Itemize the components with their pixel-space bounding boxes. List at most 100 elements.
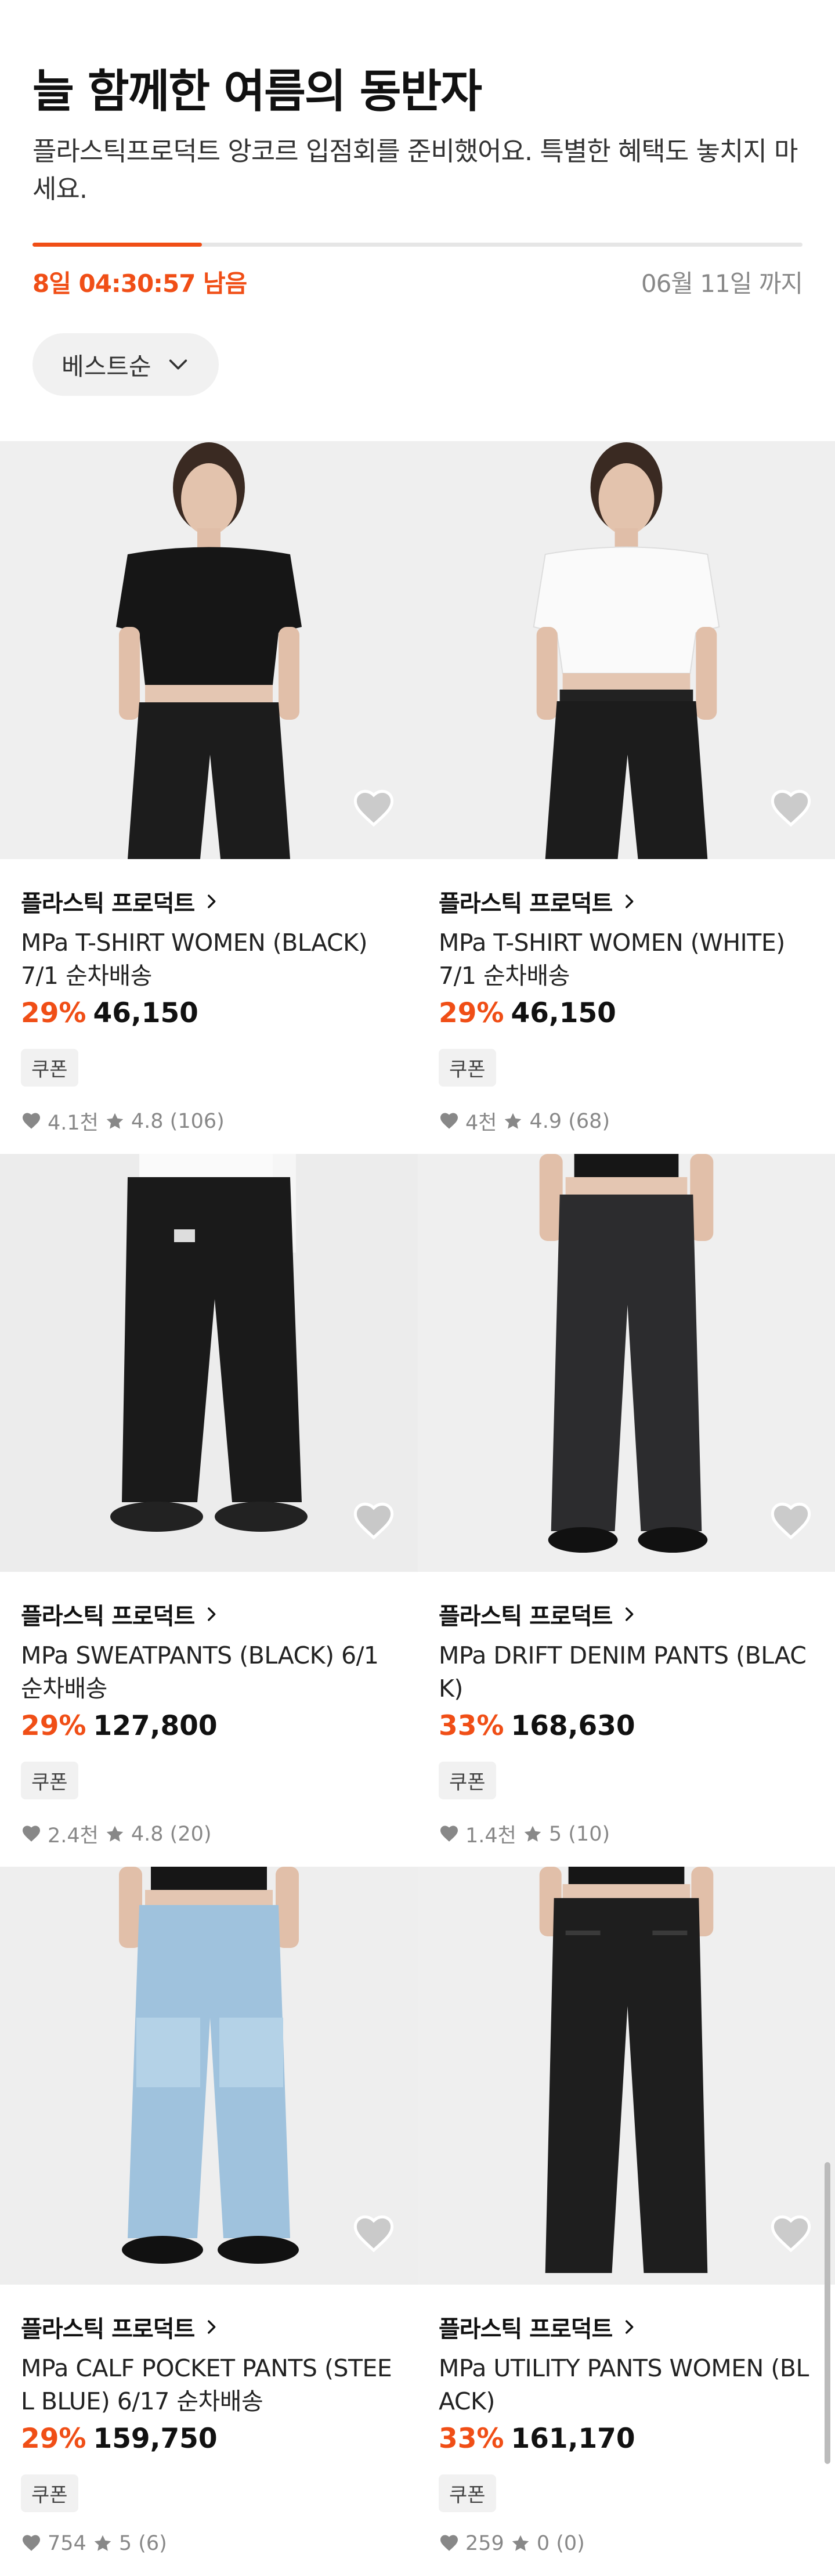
product-image[interactable] [0, 1867, 418, 2285]
countdown-row: 8일 04:30:57 남음 06월 11일 까지 [32, 264, 803, 300]
product-stats: 754 5 (6) [21, 2532, 397, 2555]
like-count: 2.4천 [48, 1824, 99, 1848]
price-row: 29% 127,800 [21, 1710, 397, 1742]
brand-link[interactable]: 플라스틱 프로덕트 [21, 2310, 397, 2344]
heart-icon[interactable] [769, 1500, 813, 1544]
brand-name: 플라스틱 프로덕트 [439, 1603, 613, 1630]
discount-rate: 29% [21, 2423, 86, 2455]
chevron-right-icon [626, 1607, 634, 1621]
coupon-badge: 쿠폰 [439, 2474, 496, 2512]
product-stats: 1.4천 5 (10) [439, 1819, 814, 1849]
promo-header: 늘 함께한 여름의 동반자 플라스틱프로덕트 앙코르 입점회를 준비했어요. 특… [0, 0, 835, 208]
coupon-badge: 쿠폰 [439, 1762, 496, 1799]
rating: 0 (0) [536, 2532, 585, 2555]
sale-price: 161,170 [511, 2423, 635, 2455]
heart-icon [440, 1825, 458, 1842]
heart-icon[interactable] [352, 2213, 396, 2257]
product-stats: 259 0 (0) [439, 2532, 814, 2555]
product-stats: 2.4천 4.8 (20) [21, 1819, 397, 1849]
brand-link[interactable]: 플라스틱 프로덕트 [439, 1597, 814, 1631]
brand-name: 플라스틱 프로덕트 [21, 890, 195, 917]
heart-icon [23, 2535, 40, 2551]
chevron-right-icon [626, 2320, 634, 2334]
product-name[interactable]: MPa DRIFT DENIM PANTS (BLACK) [439, 1639, 814, 1706]
product-card[interactable]: 플라스틱 프로덕트 MPa T-SHIRT WOMEN (WHITE) 7/1 … [418, 441, 835, 1154]
discount-rate: 29% [439, 997, 504, 1029]
countdown-progress-fill [32, 243, 202, 247]
sort-label: 베스트순 [62, 352, 151, 381]
product-name[interactable]: MPa T-SHIRT WOMEN (BLACK) 7/1 순차배송 [21, 926, 397, 994]
heart-icon[interactable] [769, 2213, 813, 2257]
promo-end-date: 06월 11일 까지 [641, 269, 803, 298]
rating: 4.8 (106) [131, 1109, 225, 1133]
product-name[interactable]: MPa CALF POCKET PANTS (STEEL BLUE) 6/17 … [21, 2352, 397, 2419]
chevron-right-icon [208, 1607, 216, 1621]
product-card[interactable]: 플라스틱 프로덕트 MPa DRIFT DENIM PANTS (BLACK) … [418, 1154, 835, 1867]
chevron-right-icon [626, 894, 634, 908]
page-title: 늘 함께한 여름의 동반자 [32, 66, 482, 118]
sale-price: 168,630 [511, 1710, 635, 1742]
product-grid: 플라스틱 프로덕트 MPa T-SHIRT WOMEN (BLACK) 7/1 … [0, 441, 835, 2576]
star-icon [524, 1825, 541, 1842]
brand-name: 플라스틱 프로덕트 [21, 2316, 195, 2343]
product-image[interactable] [418, 441, 835, 859]
product-card[interactable]: 플라스틱 프로덕트 MPa UTILITY PANTS WOMEN (BLACK… [418, 1867, 835, 2576]
discount-rate: 33% [439, 1710, 504, 1742]
price-row: 33% 161,170 [439, 2423, 814, 2455]
heart-icon[interactable] [352, 1500, 396, 1544]
like-count: 754 [48, 2532, 86, 2555]
heart-icon [440, 2535, 458, 2551]
product-card[interactable]: 플라스틱 프로덕트 MPa T-SHIRT WOMEN (BLACK) 7/1 … [0, 441, 418, 1154]
product-card[interactable]: 플라스틱 프로덕트 MPa CALF POCKET PANTS (STEEL B… [0, 1867, 418, 2576]
discount-rate: 33% [439, 2423, 504, 2455]
product-image[interactable] [0, 1154, 418, 1572]
star-icon [106, 1825, 124, 1842]
like-count: 259 [465, 2532, 504, 2555]
sale-price: 127,800 [93, 1710, 218, 1742]
price-row: 29% 159,750 [21, 2423, 397, 2455]
sale-price: 46,150 [93, 997, 198, 1029]
product-name[interactable]: MPa T-SHIRT WOMEN (WHITE) 7/1 순차배송 [439, 926, 814, 994]
like-count: 4.1천 [48, 1112, 99, 1135]
product-image[interactable] [418, 1867, 835, 2285]
heart-icon[interactable] [769, 787, 813, 831]
heart-icon[interactable] [352, 787, 396, 831]
like-count: 4천 [465, 1112, 497, 1135]
sort-dropdown-button[interactable]: 베스트순 [32, 333, 219, 396]
chevron-down-icon [169, 359, 187, 370]
coupon-badge: 쿠폰 [21, 2474, 78, 2512]
promo-description: 플라스틱프로덕트 앙코르 입점회를 준비했어요. 특별한 혜택도 놓치지 마세요… [32, 135, 798, 204]
page-scrollbar[interactable] [825, 2162, 830, 2464]
coupon-badge: 쿠폰 [21, 1049, 78, 1087]
product-image[interactable] [418, 1154, 835, 1572]
brand-link[interactable]: 플라스틱 프로덕트 [439, 2310, 814, 2344]
star-icon [106, 1113, 124, 1129]
heart-icon [23, 1825, 40, 1842]
discount-rate: 29% [21, 1710, 86, 1742]
product-name[interactable]: MPa SWEATPANTS (BLACK) 6/1 순차배송 [21, 1639, 397, 1706]
chevron-right-icon [208, 2320, 216, 2334]
coupon-badge: 쿠폰 [439, 1049, 496, 1087]
price-row: 29% 46,150 [21, 997, 397, 1029]
product-name[interactable]: MPa UTILITY PANTS WOMEN (BLACK) [439, 2352, 814, 2419]
rating: 5 (10) [548, 1822, 610, 1846]
product-card[interactable]: 플라스틱 프로덕트 MPa SWEATPANTS (BLACK) 6/1 순차배… [0, 1154, 418, 1867]
heart-icon [440, 1112, 458, 1129]
rating: 4.8 (20) [131, 1822, 212, 1846]
product-image[interactable] [0, 441, 418, 859]
brand-name: 플라스틱 프로덕트 [21, 1603, 195, 1630]
product-stats: 4.1천 4.8 (106) [21, 1106, 397, 1136]
star-icon [94, 2535, 111, 2551]
star-icon [512, 2535, 529, 2551]
rating: 5 (6) [118, 2532, 167, 2555]
like-count: 1.4천 [465, 1824, 516, 1848]
product-stats: 4천 4.9 (68) [439, 1106, 814, 1136]
star-icon [505, 1113, 522, 1129]
brand-link[interactable]: 플라스틱 프로덕트 [439, 885, 814, 918]
brand-link[interactable]: 플라스틱 프로덕트 [21, 1597, 397, 1631]
sale-price: 159,750 [93, 2423, 218, 2455]
heart-icon [23, 1112, 40, 1129]
chevron-right-icon [208, 894, 216, 908]
brand-link[interactable]: 플라스틱 프로덕트 [21, 885, 397, 918]
countdown-progress-bar [32, 243, 803, 247]
